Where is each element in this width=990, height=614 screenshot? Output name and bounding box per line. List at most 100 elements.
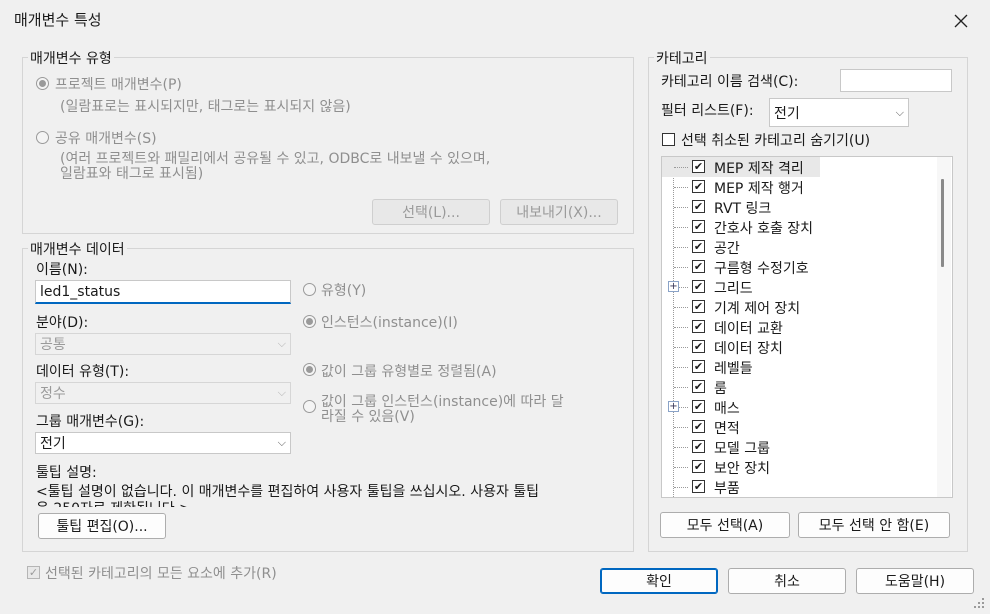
category-list[interactable]: ✔ MEP 제작 격리 ✔ MEP 제작 행거 ✔ RVT 링크 ✔ 간호사 호출 장치 ✔ 공간… — [661, 156, 953, 498]
select-all-button[interactable]: 모두 선택(A) — [660, 512, 790, 538]
category-checkbox[interactable]: ✔ — [692, 240, 705, 253]
category-checkbox[interactable]: ✔ — [692, 200, 705, 213]
category-list-item[interactable]: ✔ 레벨들 — [662, 357, 934, 377]
select-button[interactable]: 선택(L)... — [372, 199, 490, 225]
category-item-label: 구름형 수정기호 — [714, 261, 809, 277]
category-list-item[interactable]: ✔ 모델 그룹 — [662, 437, 934, 457]
shared-param-desc-2: 일람표와 태그로 표시됨) — [60, 166, 204, 182]
resize-grip-icon[interactable] — [972, 596, 986, 610]
category-checkbox[interactable]: ✔ — [692, 300, 705, 313]
name-input-value: led1_status — [40, 283, 121, 300]
category-list-item[interactable]: ✔ 면적 — [662, 417, 934, 437]
category-list-item[interactable]: ✔ RVT 링크 — [662, 197, 934, 217]
close-button[interactable] — [948, 8, 974, 34]
tree-line — [674, 467, 688, 468]
category-item-label: 면적 — [714, 421, 740, 437]
category-checkbox[interactable]: ✔ — [692, 440, 705, 453]
expand-plus-icon[interactable]: + — [668, 281, 679, 292]
category-checkbox[interactable]: ✔ — [692, 460, 705, 473]
filter-list-select[interactable]: 전기 ⌵ — [769, 98, 909, 127]
project-param-radio[interactable] — [36, 77, 49, 90]
ok-button[interactable]: 확인 — [600, 568, 718, 594]
category-list-item[interactable]: + ✔ 매스 — [662, 397, 934, 417]
cancel-button[interactable]: 취소 — [728, 568, 846, 594]
category-checkbox[interactable]: ✔ — [692, 420, 705, 433]
project-param-desc: (일람표로는 표시되지만, 태그로는 표시되지 않음) — [60, 99, 351, 115]
values-vary-label-2: 라질 수 있음(V) — [321, 409, 415, 425]
category-item-label: 데이터 교환 — [714, 321, 783, 337]
values-aligned-radio[interactable] — [303, 363, 316, 376]
category-list-item[interactable]: ✔ MEP 제작 행거 — [662, 177, 934, 197]
filter-list-label: 필터 리스트(F): — [661, 103, 754, 119]
data-type-select[interactable]: 정수 ⌵ — [35, 382, 291, 404]
category-item-label: 모델 그룹 — [714, 441, 770, 457]
category-item-label: MEP 제작 행거 — [714, 181, 804, 197]
category-list-item[interactable]: + ✔ 그리드 — [662, 277, 934, 297]
category-checkbox[interactable]: ✔ — [692, 380, 705, 393]
category-item-label: 기계 제어 장치 — [714, 301, 801, 317]
category-list-item[interactable]: ✔ 기계 제어 장치 — [662, 297, 934, 317]
param-data-legend: 매개변수 데이터 — [28, 239, 127, 259]
values-vary-radio[interactable] — [303, 400, 316, 413]
export-button[interactable]: 내보내기(X)... — [500, 199, 618, 225]
tooltip-text-viewport: <툴팁 설명이 없습니다. 이 매개변수를 편집하여 사용자 툴팁을 쓰십시오.… — [36, 481, 626, 507]
expand-plus-icon[interactable]: + — [668, 401, 679, 412]
category-checkbox[interactable]: ✔ — [692, 180, 705, 193]
param-type-legend: 매개변수 유형 — [28, 48, 114, 68]
discipline-label: 분야(D): — [36, 315, 89, 331]
tree-line — [674, 387, 688, 388]
category-list-item[interactable]: ✔ 부품 — [662, 477, 934, 497]
category-list-item[interactable]: ✔ 데이터 장치 — [662, 337, 934, 357]
help-button[interactable]: 도움말(H) — [856, 568, 974, 594]
name-input[interactable]: led1_status — [35, 280, 291, 304]
category-checkbox[interactable]: ✔ — [692, 160, 705, 173]
project-param-label: 프로젝트 매개변수(P) — [55, 77, 182, 93]
category-item-label: 공간 — [714, 241, 740, 257]
category-list-item[interactable]: ✔ 공간 — [662, 237, 934, 257]
scrollbar-thumb[interactable] — [941, 179, 944, 267]
group-value: 전기 — [40, 436, 66, 452]
category-checkbox[interactable]: ✔ — [692, 360, 705, 373]
category-item-label: 데이터 장치 — [714, 341, 783, 357]
category-item-label: 보안 장치 — [714, 461, 770, 477]
category-checkbox[interactable]: ✔ — [692, 400, 705, 413]
instance-radio[interactable] — [303, 315, 316, 328]
tree-line — [674, 247, 688, 248]
discipline-select[interactable]: 공통 ⌵ — [35, 333, 291, 355]
type-radio[interactable] — [303, 283, 316, 296]
category-list-item[interactable]: ✔ 구름형 수정기호 — [662, 257, 934, 277]
category-checkbox[interactable]: ✔ — [692, 320, 705, 333]
category-checkbox[interactable]: ✔ — [692, 480, 705, 493]
group-select[interactable]: 전기 ⌵ — [35, 432, 291, 454]
category-checkbox[interactable]: ✔ — [692, 340, 705, 353]
category-item-label: 그리드 — [714, 281, 753, 297]
add-all-checkbox[interactable]: ✓ — [27, 566, 40, 579]
category-item-label: 매스 — [714, 401, 740, 417]
tree-line — [674, 307, 688, 308]
category-list-item[interactable]: ✔ 데이터 교환 — [662, 317, 934, 337]
add-all-label: 선택된 카테고리의 모든 요소에 추가(R) — [45, 566, 277, 582]
category-checkbox[interactable]: ✔ — [692, 280, 705, 293]
tooltip-edit-button[interactable]: 툴팁 편집(O)... — [38, 513, 166, 539]
category-scrollbar[interactable] — [937, 157, 951, 497]
category-search-input[interactable] — [840, 69, 952, 92]
tree-line — [674, 347, 688, 348]
name-label: 이름(N): — [36, 262, 88, 278]
hide-unchecked-checkbox[interactable] — [662, 133, 675, 146]
select-none-button[interactable]: 모두 선택 안 함(E) — [798, 512, 950, 538]
shared-param-radio[interactable] — [36, 131, 49, 144]
tree-line — [674, 447, 688, 448]
tree-line — [674, 427, 688, 428]
values-aligned-label: 값이 그룹 유형별로 정렬됨(A) — [321, 364, 497, 380]
category-list-item[interactable]: ✔ 룸 — [662, 377, 934, 397]
tree-line — [674, 367, 688, 368]
category-list-item[interactable]: ✔ 간호사 호출 장치 — [662, 217, 934, 237]
category-checkbox[interactable]: ✔ — [692, 260, 705, 273]
category-list-item[interactable]: ✔ 보안 장치 — [662, 457, 934, 477]
category-item-label: 룸 — [714, 381, 727, 397]
tree-line — [674, 227, 688, 228]
category-checkbox[interactable]: ✔ — [692, 220, 705, 233]
category-list-item[interactable]: ✔ MEP 제작 격리 — [662, 157, 820, 177]
chevron-down-icon: ⌵ — [277, 386, 286, 399]
tree-line — [674, 327, 688, 328]
